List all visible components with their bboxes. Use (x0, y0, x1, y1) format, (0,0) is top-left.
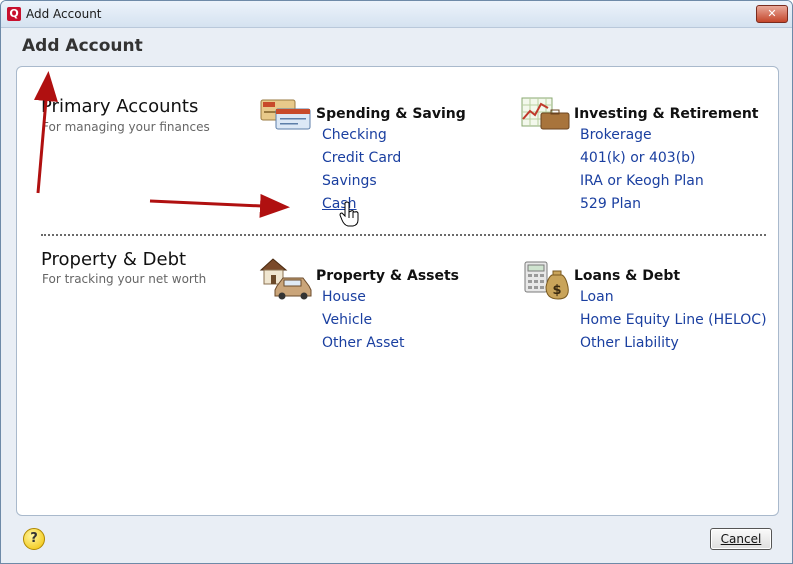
add-account-window: Q Add Account ✕ Add Account Primary Acco… (0, 0, 793, 564)
annotation-arrows (33, 71, 290, 218)
annotation-arrow-right (149, 193, 290, 218)
annotation-arrow-up (33, 71, 58, 194)
